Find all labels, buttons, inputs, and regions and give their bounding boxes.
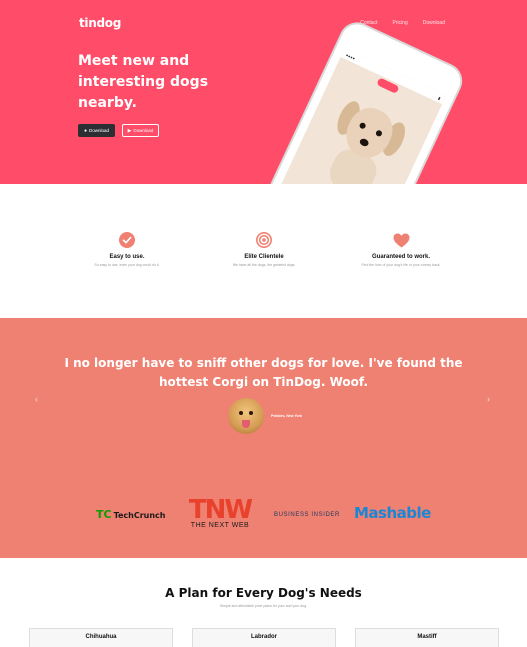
pricing-title: A Plan for Every Dog's Needs bbox=[165, 586, 362, 600]
avatar bbox=[228, 398, 264, 434]
pricing-section: A Plan for Every Dog's Needs Simple and … bbox=[0, 558, 527, 647]
feature-elite: Elite Clientele We have all the dogs, th… bbox=[199, 231, 329, 267]
nav-pricing[interactable]: Pricing bbox=[392, 20, 407, 26]
feature-elite-title: Elite Clientele bbox=[244, 254, 284, 260]
mashable-logo: Mashable bbox=[354, 504, 431, 522]
carousel-next-icon[interactable]: › bbox=[487, 394, 490, 404]
feature-easy-title: Easy to use. bbox=[109, 254, 145, 260]
feature-easy: Easy to use. So easy to use, even your d… bbox=[62, 231, 192, 267]
dog-photo bbox=[306, 83, 421, 184]
phone-screen: ●●●● ▮ bbox=[281, 47, 447, 184]
feature-easy-text: So easy to use, even your dog could do i… bbox=[94, 263, 160, 267]
play-download-button[interactable]: ▶ Download bbox=[122, 124, 159, 137]
plan-card-chihuahua: Chihuahua bbox=[29, 628, 173, 647]
testimonial-quote: I no longer have to sniff other dogs for… bbox=[64, 356, 463, 389]
tnw-wordmark: THE NEXT WEB bbox=[190, 522, 250, 529]
testimonial-section: ‹ › I no longer have to sniff other dogs… bbox=[0, 318, 527, 558]
business-insider-logo: BUSINESS INSIDER bbox=[274, 512, 340, 518]
techcrunch-mark: TC bbox=[96, 508, 112, 521]
techcrunch-wordmark: TechCrunch bbox=[113, 511, 166, 520]
features-section: Easy to use. So easy to use, even your d… bbox=[0, 184, 527, 318]
apple-download-button[interactable]: ● Download bbox=[78, 124, 115, 137]
brand-logo[interactable]: tindog bbox=[79, 16, 121, 30]
play-download-label: Download bbox=[133, 128, 154, 133]
bullseye-icon bbox=[255, 231, 273, 249]
testimonial-author: Pebbles, New York bbox=[271, 414, 302, 418]
tnw-logo: TNW THE NEXT WEB bbox=[182, 497, 258, 529]
plan-card-labrador: Labrador bbox=[192, 628, 336, 647]
plan-card-mastiff: Mastiff bbox=[355, 628, 499, 647]
feature-elite-text: We have all the dogs, the greatest dogs. bbox=[232, 263, 296, 267]
play-icon: ▶ bbox=[127, 127, 132, 134]
hero-title: Meet new and interesting dogs nearby. bbox=[78, 53, 209, 111]
nav-download[interactable]: Download bbox=[423, 20, 445, 26]
feature-guaranteed-title: Guaranteed to work. bbox=[371, 254, 430, 260]
phone-mockup: ●●●● ▮ bbox=[263, 16, 469, 184]
apple-icon: ● bbox=[83, 127, 87, 134]
hero-section: tindog Contact Pricing Download Meet new… bbox=[0, 0, 527, 184]
feature-guaranteed-text: Find the love of your dog's life or your… bbox=[361, 263, 441, 267]
heart-icon bbox=[392, 231, 410, 249]
carousel-prev-icon[interactable]: ‹ bbox=[35, 394, 38, 404]
check-circle-icon bbox=[118, 231, 136, 249]
feature-guaranteed: Guaranteed to work. Find the love of you… bbox=[336, 231, 466, 267]
techcrunch-logo: TC TechCrunch bbox=[96, 508, 165, 521]
tnw-mark: TNW bbox=[188, 495, 253, 525]
pricing-subtitle: Simple and affordable price plans for yo… bbox=[219, 604, 308, 608]
top-nav: Contact Pricing Download bbox=[360, 20, 445, 26]
apple-download-label: Download bbox=[89, 128, 110, 133]
